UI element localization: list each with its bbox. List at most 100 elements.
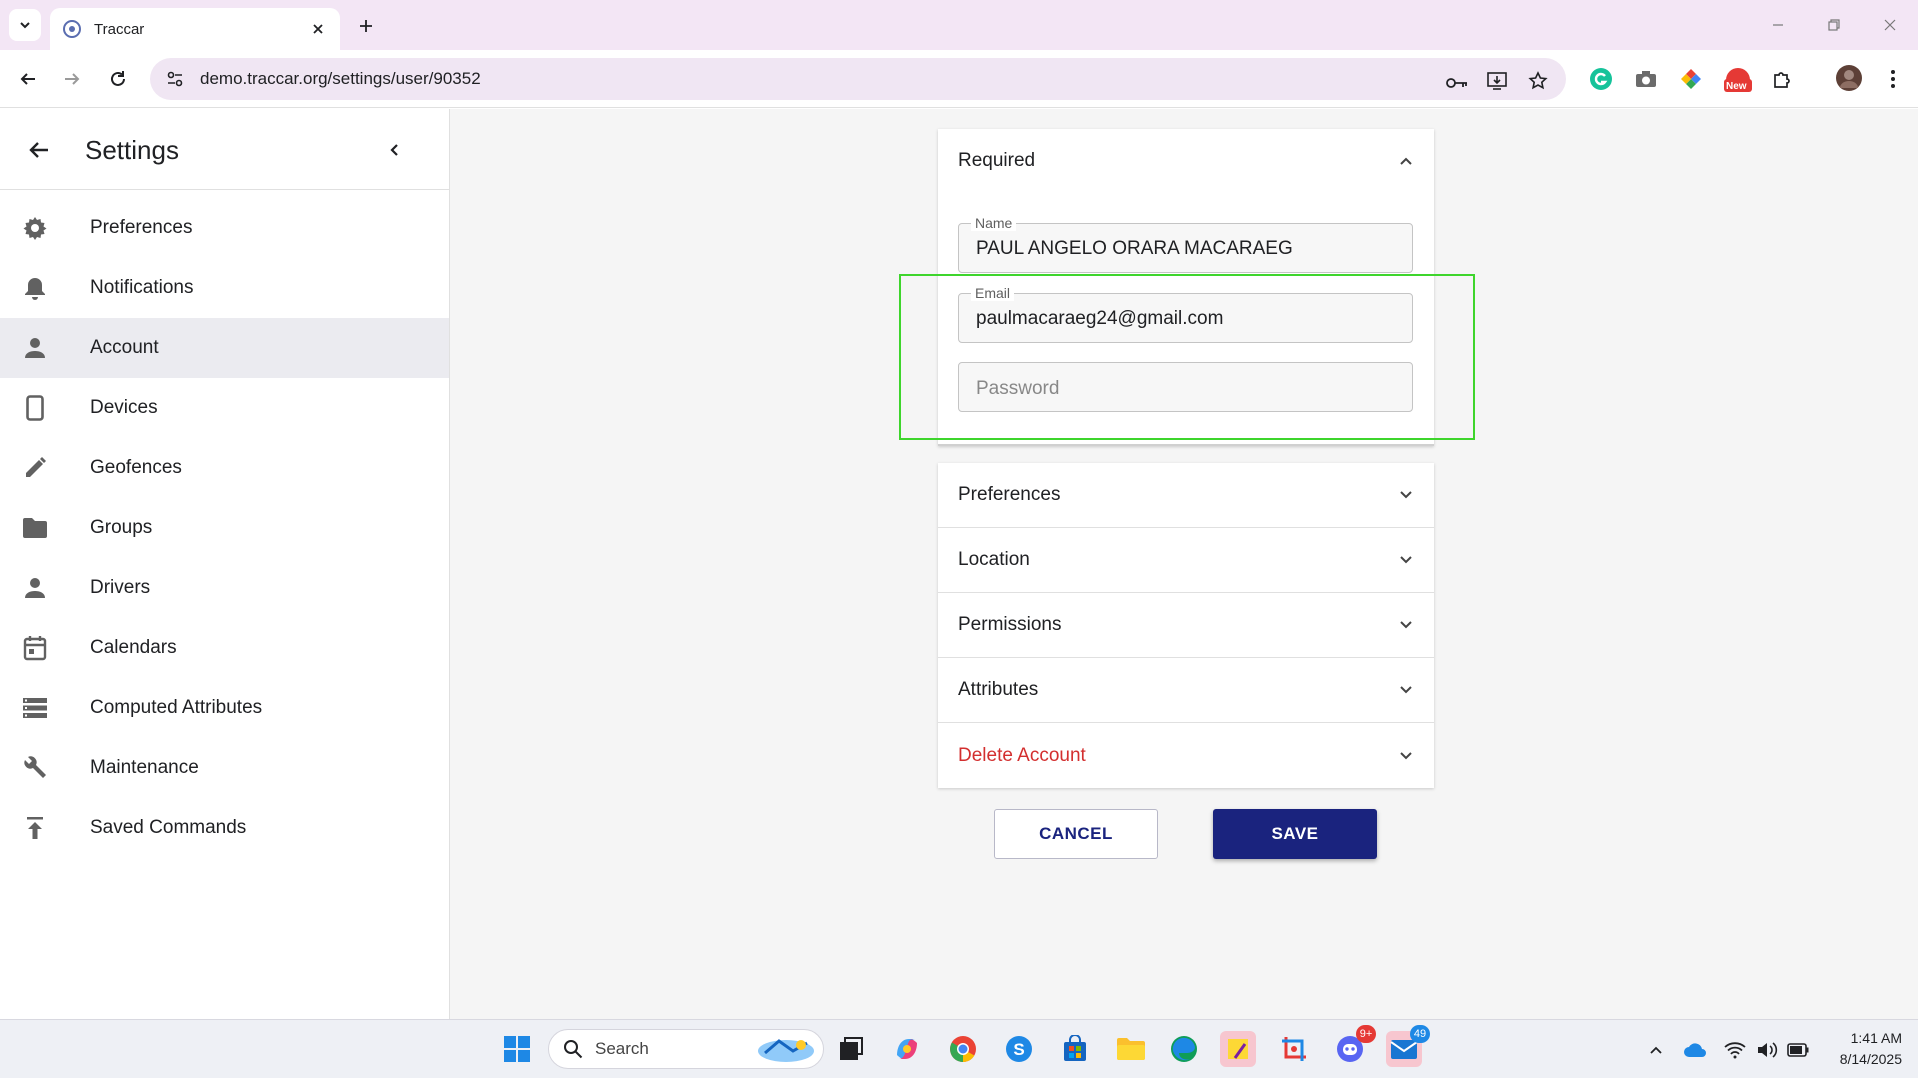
sidebar-item-devices[interactable]: Devices xyxy=(0,378,449,438)
browser-toolbar: demo.traccar.org/settings/user/90352 New xyxy=(0,50,1918,108)
sidebar-item-maintenance[interactable]: Maintenance xyxy=(0,738,449,798)
browser-tabstrip: Traccar xyxy=(0,0,1918,50)
section-title: Permissions xyxy=(958,614,1062,635)
sidebar-item-groups[interactable]: Groups xyxy=(0,498,449,558)
store-icon[interactable] xyxy=(1057,1031,1093,1067)
color-diamond-icon[interactable] xyxy=(1678,66,1704,92)
name-value: PAUL ANGELO ORARA MACARAEG xyxy=(976,238,1293,259)
section-title: Delete Account xyxy=(958,744,1086,766)
wrench-icon xyxy=(22,755,48,781)
accordion-permissions[interactable]: Permissions xyxy=(938,593,1434,658)
new-extension-icon[interactable]: New xyxy=(1722,62,1754,96)
extensions-puzzle-icon[interactable] xyxy=(1770,66,1796,92)
sidebar-item-label: Calendars xyxy=(90,637,177,658)
onedrive-cloud-icon[interactable] xyxy=(1683,1038,1707,1062)
arrow-left-icon xyxy=(27,138,51,162)
windows-taskbar: Search S 9+ 49 1:41 AM 8/14/2025 xyxy=(0,1019,1918,1078)
settings-sidebar: Settings Preferences Notifications Accou… xyxy=(0,109,450,1019)
close-tab-icon[interactable] xyxy=(308,19,328,39)
sidebar-item-label: Maintenance xyxy=(90,757,199,778)
volume-icon[interactable] xyxy=(1755,1038,1779,1062)
sidebar-item-notifications[interactable]: Notifications xyxy=(0,258,449,318)
system-clock[interactable]: 1:41 AM 8/14/2025 xyxy=(1820,1028,1902,1070)
edge-icon[interactable] xyxy=(1166,1031,1202,1067)
restore-icon xyxy=(1827,18,1841,32)
windows-logo-icon xyxy=(503,1035,531,1063)
camera-icon[interactable] xyxy=(1633,66,1659,92)
battery-icon[interactable] xyxy=(1786,1038,1810,1062)
browser-tab[interactable]: Traccar xyxy=(50,8,340,50)
skype-icon[interactable]: S xyxy=(1001,1031,1037,1067)
start-button[interactable] xyxy=(499,1031,535,1067)
search-icon xyxy=(563,1039,583,1059)
tab-search-button[interactable] xyxy=(9,9,41,41)
accordion-preferences[interactable]: Preferences xyxy=(938,463,1434,528)
back-arrow-button[interactable] xyxy=(24,135,54,165)
bookmark-star-icon[interactable] xyxy=(1526,69,1550,93)
back-button[interactable] xyxy=(12,63,44,95)
snipping-tool-icon[interactable] xyxy=(1276,1031,1312,1067)
new-tab-button[interactable] xyxy=(352,12,380,40)
sidebar-item-drivers[interactable]: Drivers xyxy=(0,558,449,618)
address-bar[interactable]: demo.traccar.org/settings/user/90352 xyxy=(150,58,1566,100)
reload-icon xyxy=(109,70,127,88)
copilot-icon[interactable] xyxy=(889,1031,925,1067)
reload-button[interactable] xyxy=(102,63,134,95)
sticky-notes-icon[interactable] xyxy=(1220,1031,1256,1067)
password-key-icon[interactable] xyxy=(1445,71,1469,95)
sidebar-item-saved-commands[interactable]: Saved Commands xyxy=(0,798,449,858)
required-accordion-header[interactable]: Required xyxy=(938,129,1434,193)
arrow-right-icon xyxy=(63,70,81,88)
sidebar-item-label: Drivers xyxy=(90,577,151,598)
close-window-button[interactable] xyxy=(1870,10,1910,40)
settings-content: Required Name PAUL ANGELO ORARA MACARAEG… xyxy=(451,109,1918,1019)
discord-badge: 9+ xyxy=(1356,1025,1376,1043)
minimize-button[interactable] xyxy=(1758,10,1798,40)
name-label: Name xyxy=(971,215,1017,231)
search-placeholder: Search xyxy=(595,1039,649,1058)
collapse-sidebar-button[interactable] xyxy=(380,135,410,165)
install-app-icon[interactable] xyxy=(1485,69,1509,93)
chevron-left-icon xyxy=(387,142,403,158)
sidebar-item-label: Groups xyxy=(90,517,153,538)
profile-avatar[interactable] xyxy=(1834,63,1864,93)
restore-button[interactable] xyxy=(1814,10,1854,40)
person-icon xyxy=(22,575,48,601)
sidebar-item-label: Geofences xyxy=(90,457,182,478)
wifi-icon[interactable] xyxy=(1723,1038,1747,1062)
chevron-up-icon xyxy=(1398,153,1414,169)
menu-kebab-icon[interactable] xyxy=(1880,66,1906,92)
mail-icon[interactable]: 49 xyxy=(1386,1025,1430,1067)
grammarly-icon[interactable] xyxy=(1588,66,1614,92)
accordion-delete-account[interactable]: Delete Account xyxy=(938,723,1434,788)
sidebar-menu: Preferences Notifications Account Device… xyxy=(0,190,449,858)
sidebar-item-calendars[interactable]: Calendars xyxy=(0,618,449,678)
sidebar-item-preferences[interactable]: Preferences xyxy=(0,198,449,258)
storage-icon xyxy=(22,695,48,721)
sidebar-item-computed-attributes[interactable]: Computed Attributes xyxy=(0,678,449,738)
taskbar-search[interactable]: Search xyxy=(548,1029,824,1069)
traccar-app: Settings Preferences Notifications Accou… xyxy=(0,109,1918,1019)
save-button[interactable]: SAVE xyxy=(1213,809,1377,859)
task-view-icon[interactable] xyxy=(833,1031,869,1067)
accordion-location[interactable]: Location xyxy=(938,528,1434,593)
section-title: Preferences xyxy=(958,484,1061,505)
url-text: demo.traccar.org/settings/user/90352 xyxy=(200,69,481,88)
sidebar-item-geofences[interactable]: Geofences xyxy=(0,438,449,498)
sidebar-item-label: Account xyxy=(90,337,159,358)
accordion-attributes[interactable]: Attributes xyxy=(938,658,1434,723)
forward-button[interactable] xyxy=(56,63,88,95)
show-hidden-icons-chevron-up-icon[interactable] xyxy=(1644,1038,1668,1062)
site-settings-icon[interactable] xyxy=(166,70,184,88)
file-explorer-icon[interactable] xyxy=(1113,1031,1149,1067)
close-icon xyxy=(1883,18,1897,32)
mail-badge: 49 xyxy=(1410,1025,1430,1043)
sidebar-item-label: Computed Attributes xyxy=(90,697,263,718)
discord-icon[interactable]: 9+ xyxy=(1332,1025,1376,1067)
calendar-icon xyxy=(22,635,48,661)
chrome-icon[interactable] xyxy=(945,1031,981,1067)
gear-icon xyxy=(22,215,48,241)
cancel-button[interactable]: CANCEL xyxy=(994,809,1158,859)
name-field[interactable]: Name PAUL ANGELO ORARA MACARAEG xyxy=(958,215,1413,273)
sidebar-item-account[interactable]: Account xyxy=(0,318,449,378)
